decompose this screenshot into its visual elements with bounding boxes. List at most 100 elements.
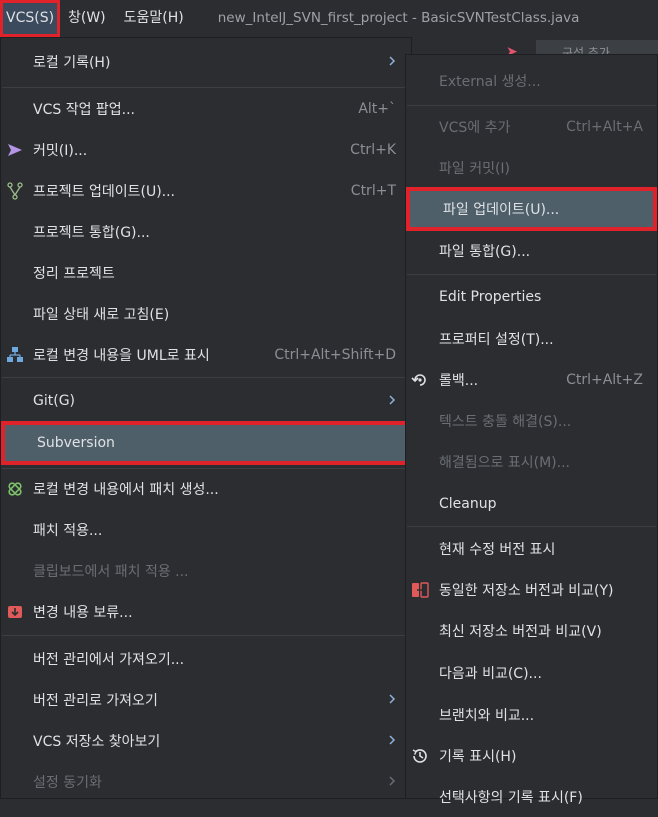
menu-separator bbox=[407, 105, 656, 106]
menu-item-browse-vcs[interactable]: VCS 저장소 찾아보기 bbox=[1, 721, 411, 761]
menu-item-edit-properties[interactable]: Edit Properties bbox=[406, 277, 657, 317]
menu-item-compare-same-repo[interactable]: 동일한 저장소 버전과 비교(Y) bbox=[406, 570, 657, 610]
menu-item-integrate-project[interactable]: 프로젝트 통합(G)... bbox=[1, 212, 411, 252]
compare-diff-icon bbox=[412, 582, 429, 598]
menu-item-label: 선택사항의 기록 표시(F) bbox=[439, 790, 583, 806]
chevron-right-icon bbox=[389, 56, 396, 66]
shortcut-label: Ctrl+K bbox=[350, 142, 396, 158]
chevron-right-icon bbox=[389, 694, 396, 704]
chevron-right-icon bbox=[389, 395, 396, 405]
menu-item-label: 변경 내용 보류... bbox=[33, 605, 133, 621]
menu-item-label: 클립보드에서 패치 적용 ... bbox=[33, 564, 189, 580]
menu-item-show-history[interactable]: 기록 표시(H) bbox=[406, 736, 657, 776]
menu-bar: VCS(S) 창(W) 도움말(H) new_IntelJ_SVN_first_… bbox=[0, 0, 658, 37]
patch-icon bbox=[8, 482, 22, 496]
shortcut-label: Ctrl+Alt+Z bbox=[566, 372, 643, 388]
menu-separator bbox=[2, 635, 410, 636]
menu-item-label: 커밋(I)... bbox=[33, 143, 88, 159]
menu-separator bbox=[2, 377, 410, 378]
menu-item-rollback[interactable]: 롤백... Ctrl+Alt+Z bbox=[406, 360, 657, 400]
menu-item-label: 버전 관리에서 가져오기... bbox=[33, 652, 185, 668]
menu-item-label: 프로젝트 통합(G)... bbox=[33, 225, 150, 241]
shortcut-label: Alt+` bbox=[358, 101, 396, 117]
menu-item-label: 기록 표시(H) bbox=[439, 749, 517, 765]
menu-help[interactable]: 도움말(H) bbox=[120, 0, 188, 37]
menu-separator bbox=[407, 526, 656, 527]
menu-separator bbox=[2, 87, 410, 88]
menu-item-commit-file[interactable]: 파일 커밋(I) bbox=[406, 148, 657, 188]
menu-item-show-uml[interactable]: 로컬 변경 내용을 UML로 표시 Ctrl+Alt+Shift+D bbox=[1, 335, 411, 375]
menu-item-compare-with[interactable]: 다음과 비교(C)... bbox=[406, 653, 657, 693]
menu-item-add-to-vcs[interactable]: VCS에 추가 Ctrl+Alt+A bbox=[406, 107, 657, 147]
menu-item-label: 버전 관리로 가져오기 bbox=[33, 693, 158, 709]
shortcut-label: Ctrl+Alt+Shift+D bbox=[274, 347, 396, 363]
menu-item-resolve-text-conflict[interactable]: 텍스트 충돌 해결(S)... bbox=[406, 401, 657, 441]
menu-item-set-property[interactable]: 프로퍼티 설정(T)... bbox=[406, 319, 657, 359]
menu-item-label: Edit Properties bbox=[439, 289, 542, 305]
chevron-right-icon bbox=[389, 735, 396, 745]
menu-item-git[interactable]: Git(G) bbox=[1, 381, 411, 421]
menu-window[interactable]: 창(W) bbox=[64, 0, 110, 37]
menu-item-show-current-revision[interactable]: 현재 수정 버전 표시 bbox=[406, 529, 657, 569]
menu-item-label: Subversion bbox=[37, 435, 115, 451]
menu-separator bbox=[407, 274, 656, 275]
menu-vcs[interactable]: VCS(S) bbox=[0, 0, 60, 37]
menu-item-create-patch[interactable]: 로컬 변경 내용에서 패치 생성... bbox=[1, 469, 411, 509]
menu-item-label: 해결됨으로 표시(M)... bbox=[439, 455, 570, 471]
commit-arrow-icon bbox=[8, 144, 22, 156]
menu-item-label: Cleanup bbox=[439, 496, 497, 512]
menu-item-subversion[interactable]: Subversion bbox=[1, 421, 411, 465]
history-clock-icon bbox=[412, 749, 427, 763]
menu-item-label: External 생성... bbox=[439, 74, 541, 90]
menu-item-external-create[interactable]: External 생성... bbox=[406, 61, 657, 101]
menu-item-update-file[interactable]: 파일 업데이트(U)... bbox=[406, 187, 657, 231]
chevron-right-icon bbox=[389, 776, 396, 786]
menu-item-compare-branch[interactable]: 브랜치와 비교... bbox=[406, 695, 657, 735]
menu-item-label: 파일 커밋(I) bbox=[439, 161, 511, 177]
branch-update-icon bbox=[7, 182, 23, 200]
menu-item-label: 로컬 변경 내용을 UML로 표시 bbox=[33, 348, 210, 364]
menu-item-local-history[interactable]: 로컬 기록(H) bbox=[1, 42, 411, 82]
menu-item-label: VCS 저장소 찾아보기 bbox=[33, 734, 161, 750]
menu-item-vcs-popup[interactable]: VCS 작업 팝업... Alt+` bbox=[1, 89, 411, 129]
menu-item-label: 프로젝트 업데이트(U)... bbox=[33, 184, 176, 200]
menu-item-cleanup[interactable]: Cleanup bbox=[406, 484, 657, 524]
menu-item-label: 롤백... bbox=[439, 373, 479, 389]
menu-item-label: 동일한 저장소 버전과 비교(Y) bbox=[439, 583, 614, 599]
shortcut-label: Ctrl+Alt+A bbox=[566, 119, 643, 135]
menu-item-mark-resolved[interactable]: 해결됨으로 표시(M)... bbox=[406, 442, 657, 482]
menu-item-compare-latest-repo[interactable]: 최신 저장소 버전과 비교(V) bbox=[406, 611, 657, 651]
window-title: new_IntelJ_SVN_first_project - BasicSVNT… bbox=[217, 10, 580, 26]
menu-item-label: 최신 저장소 버전과 비교(V) bbox=[439, 624, 602, 640]
menu-item-label: 로컬 기록(H) bbox=[33, 55, 111, 71]
vcs-dropdown-menu: 로컬 기록(H) VCS 작업 팝업... Alt+` 커밋(I)... Ctr… bbox=[0, 37, 412, 799]
menu-item-show-selection-history[interactable]: 선택사항의 기록 표시(F) bbox=[406, 777, 657, 817]
menu-item-label: 텍스트 충돌 해결(S)... bbox=[439, 414, 572, 430]
menu-item-apply-clipboard-patch[interactable]: 클립보드에서 패치 적용 ... bbox=[1, 551, 411, 591]
menu-item-label: 브랜치와 비교... bbox=[439, 708, 535, 724]
menu-item-commit[interactable]: 커밋(I)... Ctrl+K bbox=[1, 130, 411, 170]
subversion-submenu: External 생성... VCS에 추가 Ctrl+Alt+A 파일 커밋(… bbox=[405, 54, 658, 806]
menu-item-integrate-file[interactable]: 파일 통합(G)... bbox=[406, 231, 657, 271]
shelve-icon bbox=[8, 606, 22, 618]
menu-item-get-from-vcs[interactable]: 버전 관리에서 가져오기... bbox=[1, 639, 411, 679]
menu-item-shelve[interactable]: 변경 내용 보류... bbox=[1, 592, 411, 632]
menu-item-cleanup-project[interactable]: 정리 프로젝트 bbox=[1, 253, 411, 293]
menu-item-label: 설정 동기화 bbox=[33, 775, 102, 791]
menu-item-label: 로컬 변경 내용에서 패치 생성... bbox=[33, 482, 219, 498]
uml-diagram-icon bbox=[7, 347, 23, 362]
menu-item-label: VCS 작업 팝업... bbox=[33, 102, 136, 118]
menu-item-label: 파일 통합(G)... bbox=[439, 244, 531, 260]
menu-item-label: 파일 상태 새로 고침(E) bbox=[33, 307, 170, 323]
menu-item-apply-patch[interactable]: 패치 적용... bbox=[1, 510, 411, 550]
menu-item-label: 다음과 비교(C)... bbox=[439, 666, 542, 682]
shortcut-label: Ctrl+T bbox=[350, 183, 396, 199]
menu-item-label: 패치 적용... bbox=[33, 523, 103, 539]
menu-item-sync-settings[interactable]: 설정 동기화 bbox=[1, 762, 411, 802]
menu-item-label: 정리 프로젝트 bbox=[33, 266, 115, 282]
menu-item-update-project[interactable]: 프로젝트 업데이트(U)... Ctrl+T bbox=[1, 171, 411, 211]
rollback-icon bbox=[411, 374, 426, 386]
menu-item-label: 프로퍼티 설정(T)... bbox=[439, 332, 554, 348]
menu-item-refresh-status[interactable]: 파일 상태 새로 고침(E) bbox=[1, 294, 411, 334]
menu-item-import-into-vcs[interactable]: 버전 관리로 가져오기 bbox=[1, 680, 411, 720]
